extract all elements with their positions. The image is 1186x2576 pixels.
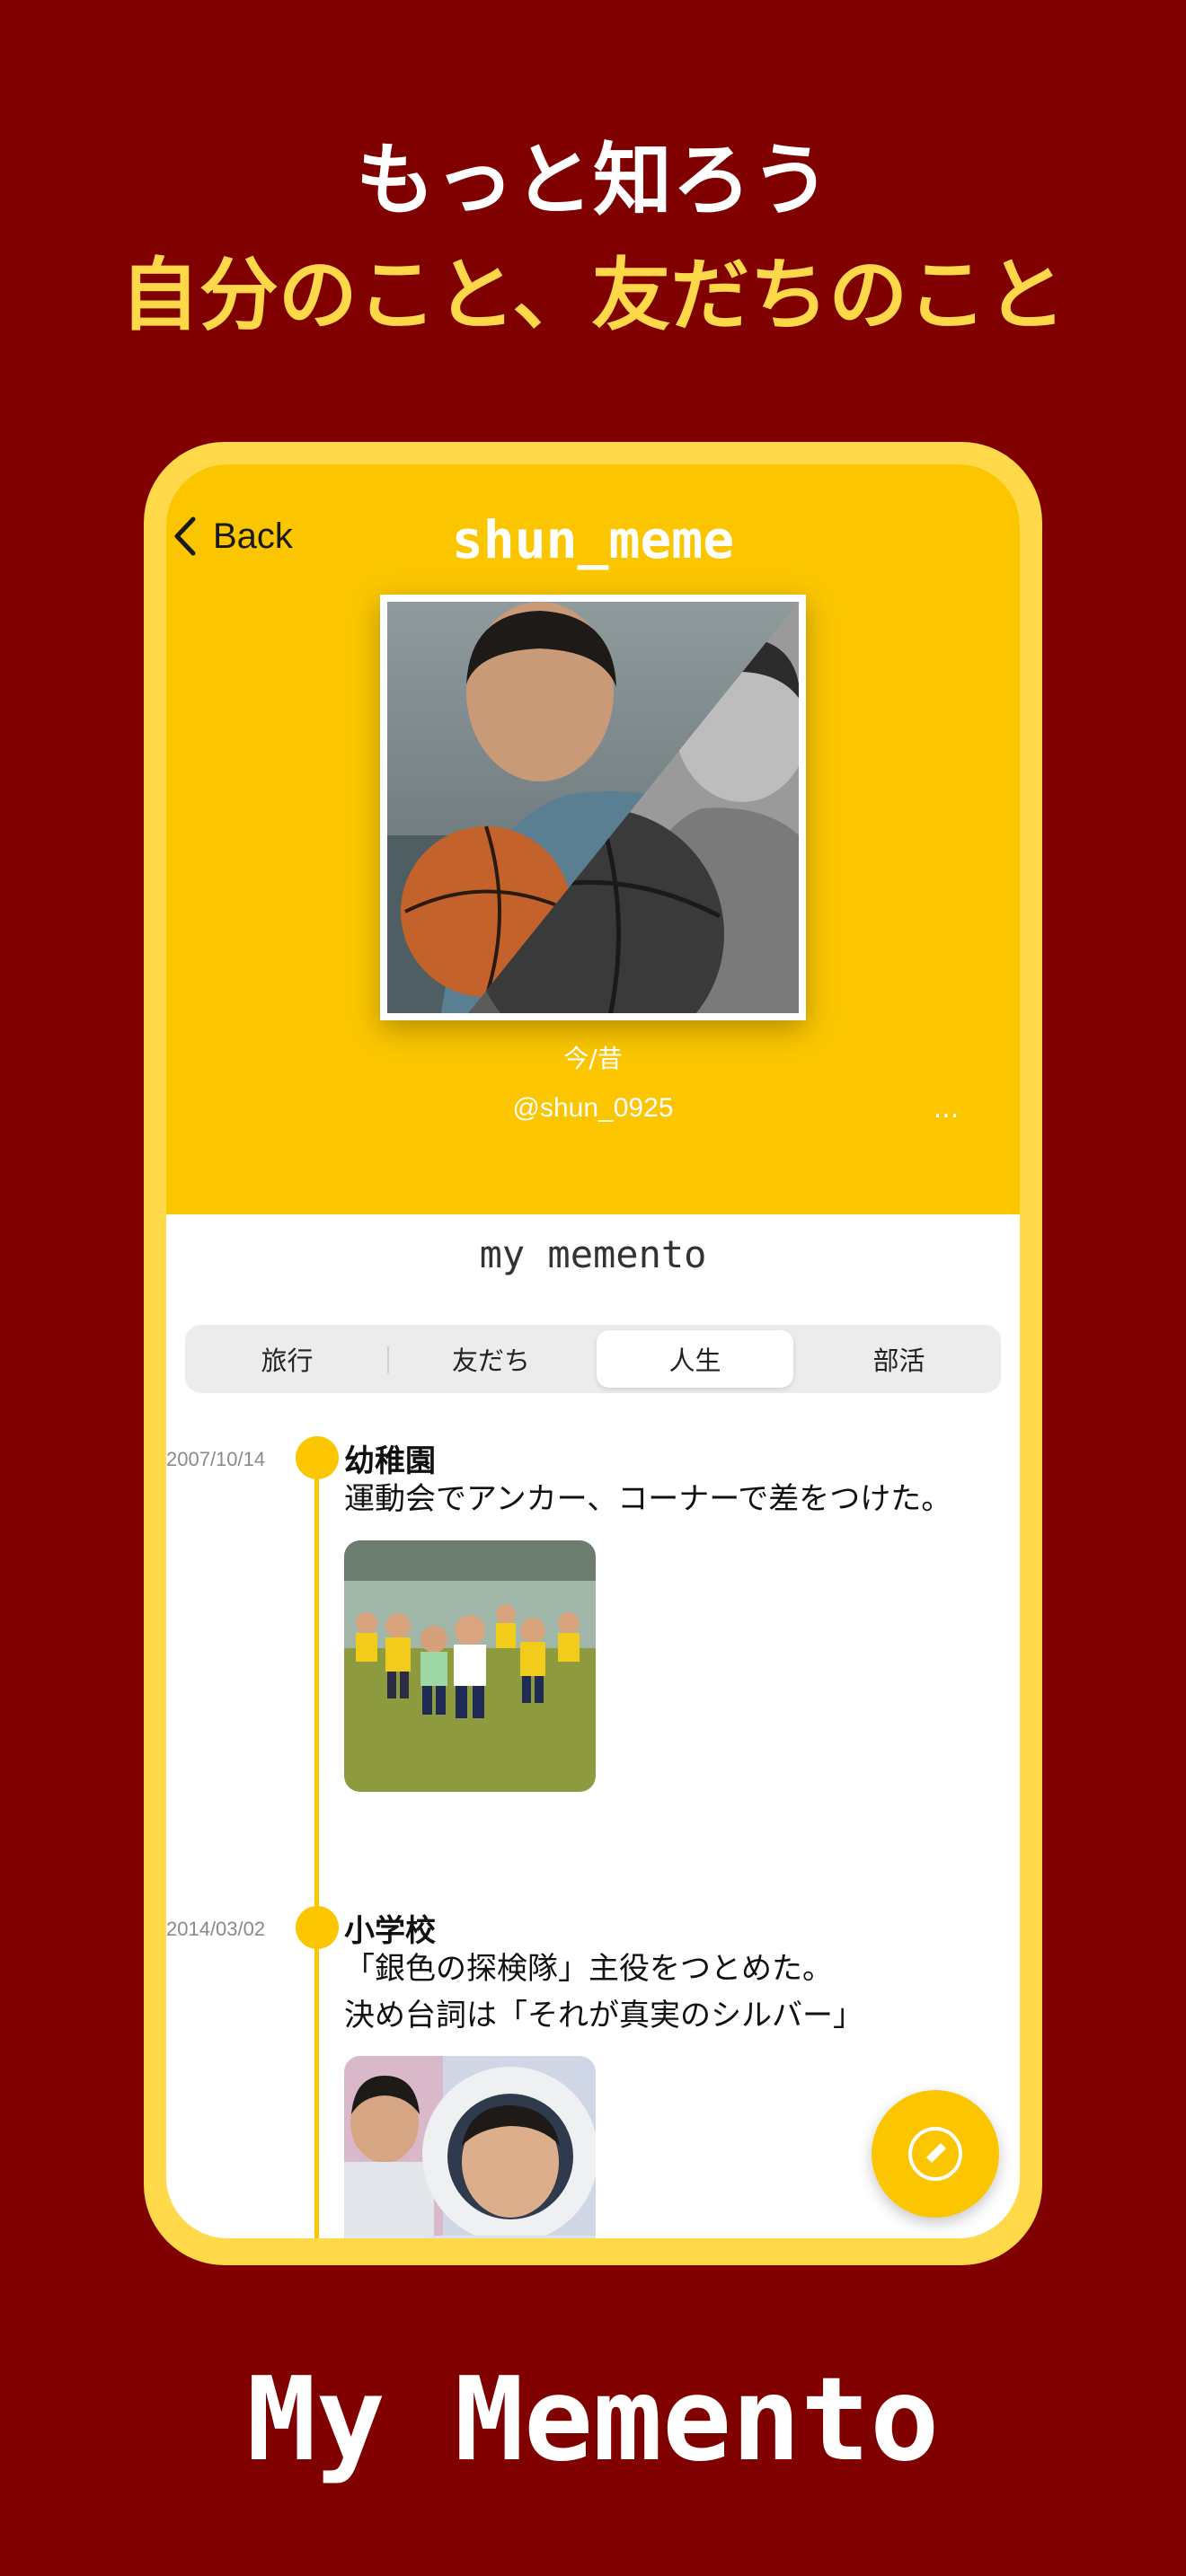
entry-title: 幼稚園 bbox=[344, 1443, 436, 1479]
entry-date: 2014/03/02 bbox=[166, 1918, 266, 1940]
entry-photo[interactable] bbox=[344, 2056, 596, 2238]
profile-header: Back shun_meme 今/昔 @shun_0925 ... bbox=[166, 464, 1020, 1214]
headline-line-1: もっと知ろう bbox=[355, 134, 830, 226]
tab-travel[interactable]: 旅行 bbox=[189, 1330, 389, 1388]
tab-life[interactable]: 人生 bbox=[597, 1330, 793, 1388]
tab-friends[interactable]: 友だち bbox=[393, 1330, 589, 1388]
app-title: My Memento bbox=[246, 2353, 940, 2487]
photo-caption: 今/昔 bbox=[563, 1044, 623, 1073]
profile-handle: @shun_0925 bbox=[512, 1093, 674, 1123]
entry-text-line-1: 「銀色の探検隊」主役をつとめた。 bbox=[344, 1951, 833, 1987]
entry-photo-image bbox=[344, 1540, 596, 1792]
entry-text-line-2: 決め台詞は「それが真実のシルバー」 bbox=[344, 1998, 863, 2033]
timeline-dot bbox=[296, 1436, 339, 1479]
more-options-button[interactable]: ... bbox=[919, 1093, 973, 1125]
profile-photo-image bbox=[387, 602, 799, 1013]
tab-club[interactable]: 部活 bbox=[801, 1330, 997, 1388]
category-tabs: 旅行 友だち 人生 部活 bbox=[185, 1325, 1001, 1393]
timeline-line bbox=[314, 1454, 319, 2238]
entry-photo[interactable] bbox=[344, 1540, 596, 1792]
section-title: my memento bbox=[479, 1232, 707, 1276]
entry-title: 小学校 bbox=[344, 1913, 436, 1949]
pencil-icon bbox=[908, 2127, 962, 2181]
profile-photo[interactable] bbox=[380, 595, 806, 1020]
profile-username: shun_meme bbox=[451, 509, 735, 570]
entry-date: 2007/10/14 bbox=[166, 1448, 266, 1470]
entry-text: 運動会でアンカー、コーナーで差をつけた。 bbox=[344, 1481, 952, 1517]
headline-line-2: 自分のこと、友だちのこと bbox=[119, 249, 1067, 341]
ellipsis-icon: ... bbox=[933, 1093, 960, 1125]
timeline-dot bbox=[296, 1906, 339, 1949]
phone-screen: Back shun_meme 今/昔 @shun_0925 ... my mem… bbox=[166, 464, 1020, 2238]
compose-button[interactable] bbox=[872, 2090, 999, 2218]
entry-photo-image bbox=[344, 2056, 596, 2238]
